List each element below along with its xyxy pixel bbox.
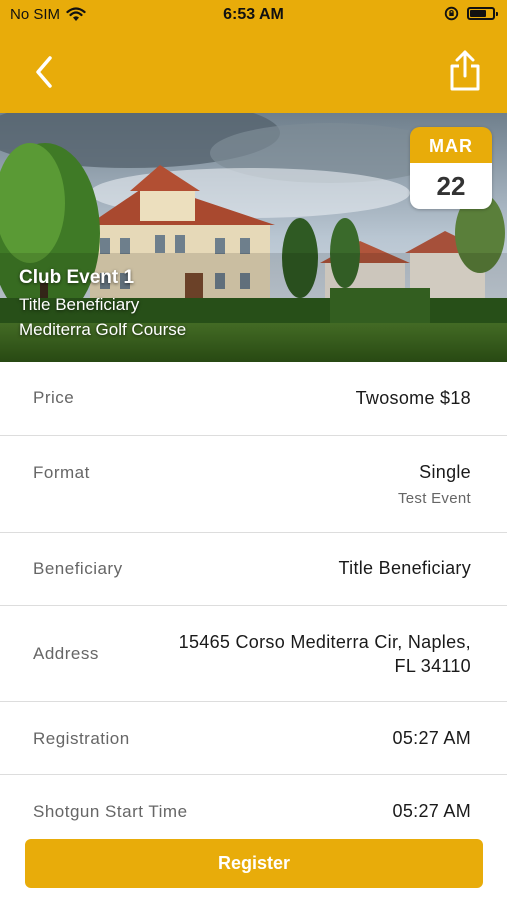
event-beneficiary: Title Beneficiary <box>19 295 140 314</box>
detail-row-beneficiary: Beneficiary Title Beneficiary <box>0 533 507 606</box>
nav-bar <box>0 32 507 113</box>
battery-icon <box>467 7 498 20</box>
share-button[interactable] <box>447 48 483 92</box>
event-title: Club Event 1 <box>19 267 135 288</box>
detail-value-line2: FL 34110 <box>394 656 471 676</box>
detail-label: Address <box>33 644 99 663</box>
event-details-list: Price Twosome $18 Format Single Test Eve… <box>0 362 507 848</box>
detail-value: Single <box>419 462 471 482</box>
detail-row-price: Price Twosome $18 <box>0 362 507 436</box>
status-right <box>444 6 498 21</box>
detail-label: Registration <box>33 729 130 748</box>
share-icon <box>450 50 480 91</box>
back-button[interactable] <box>28 52 64 92</box>
detail-row-shotgun-start: Shotgun Start Time 05:27 AM <box>0 775 507 848</box>
register-button[interactable]: Register <box>25 839 483 888</box>
detail-label: Price <box>33 388 75 407</box>
detail-label: Beneficiary <box>33 559 123 578</box>
status-bar: No SIM 6:53 AM <box>0 0 507 32</box>
date-month: MAR <box>410 127 492 163</box>
detail-label: Shotgun Start Time <box>33 802 188 821</box>
hero-text: Club Event 1 Title Beneficiary Mediterra… <box>19 267 186 345</box>
detail-value: 05:27 AM <box>392 801 471 821</box>
detail-value: Twosome $18 <box>355 388 471 408</box>
detail-row-format: Format Single Test Event <box>0 436 507 533</box>
chevron-left-icon <box>36 56 52 88</box>
detail-row-registration: Registration 05:27 AM <box>0 702 507 775</box>
event-course: Mediterra Golf Course <box>19 320 187 339</box>
detail-value-line1: 15465 Corso Mediterra Cir, Naples, <box>178 632 471 652</box>
date-day: 22 <box>410 163 492 209</box>
orientation-lock-icon <box>444 6 459 21</box>
date-badge: MAR 22 <box>410 127 492 209</box>
event-hero-image: MAR 22 Club Event 1 Title Beneficiary Me… <box>0 113 507 362</box>
status-time: 6:53 AM <box>223 6 284 23</box>
detail-subvalue: Test Event <box>397 490 471 507</box>
detail-value: Title Beneficiary <box>338 558 471 578</box>
detail-label: Format <box>33 463 90 482</box>
detail-row-address: Address 15465 Corso Mediterra Cir, Naple… <box>0 606 507 702</box>
detail-value: 05:27 AM <box>392 728 471 748</box>
